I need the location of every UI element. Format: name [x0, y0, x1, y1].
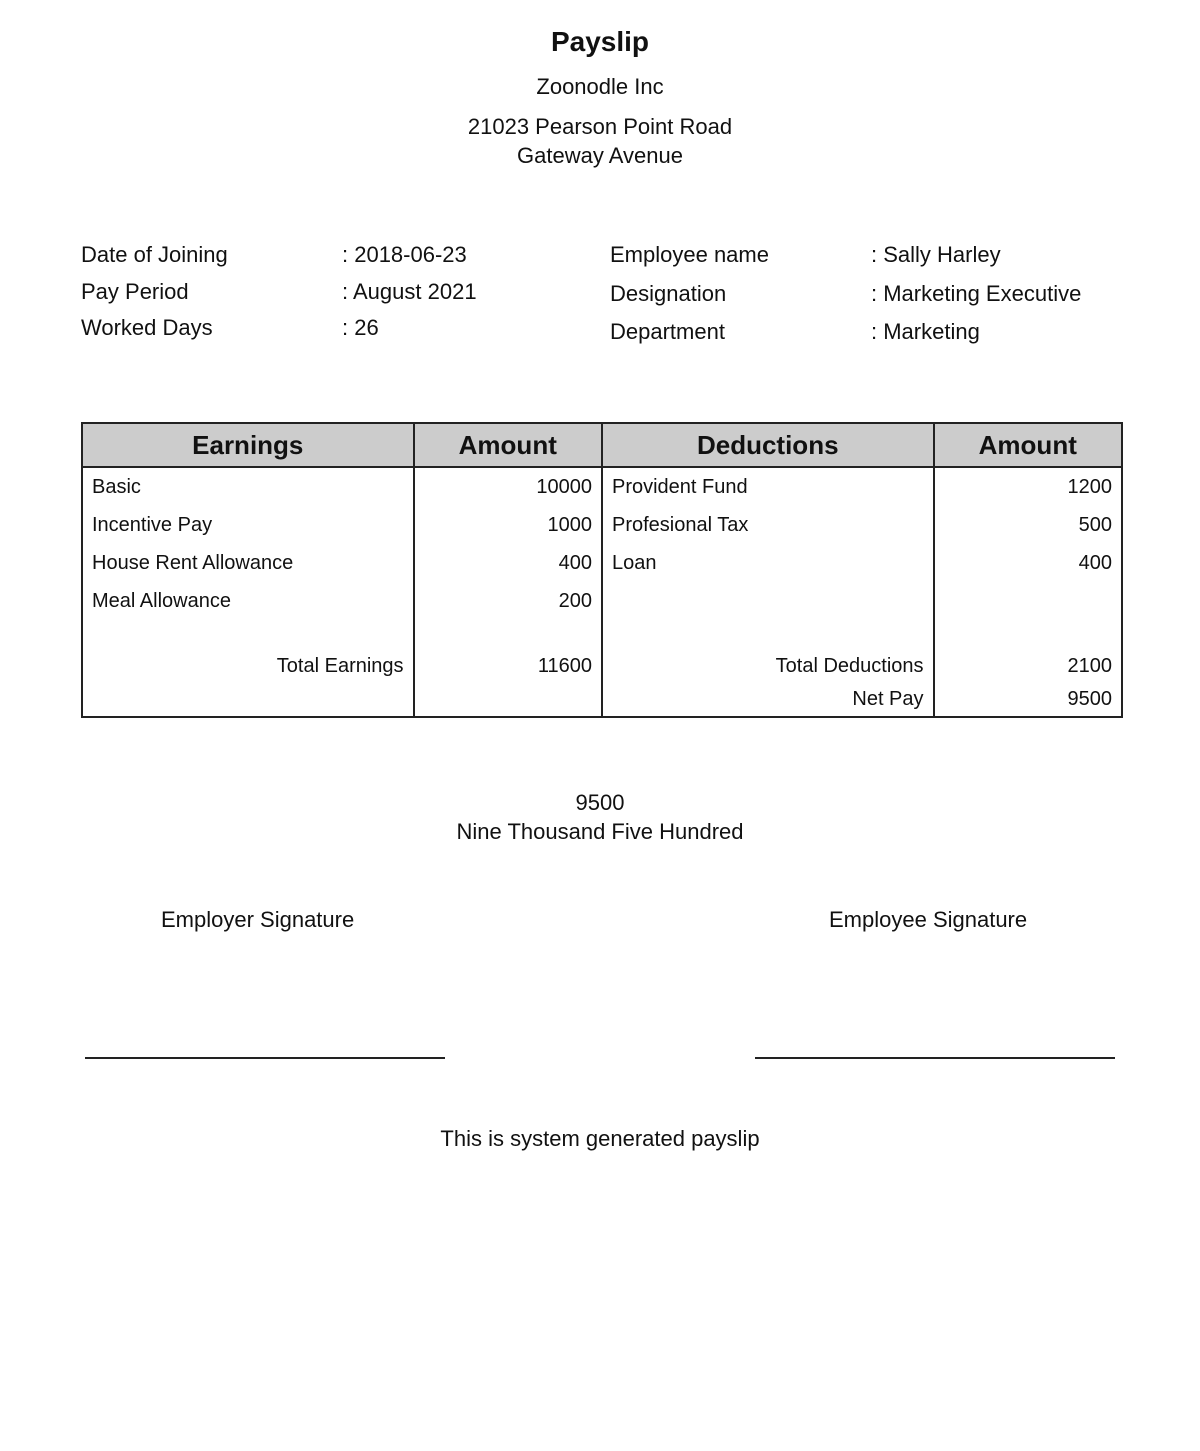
deduction-name: Provident Fund	[600, 467, 935, 506]
total-earnings-label: Total Earnings	[81, 650, 415, 682]
table-row: Meal Allowance 200	[81, 582, 1124, 620]
worked-days-value: : 26	[342, 315, 379, 340]
date-of-joining-value: : 2018-06-23	[342, 242, 467, 267]
employer-signature-line	[85, 1057, 445, 1059]
designation-value: : Marketing Executive	[871, 281, 1082, 306]
total-earnings-value: 11600	[412, 650, 603, 682]
table-spacer-row	[81, 620, 1124, 650]
department-label: Department	[610, 319, 725, 344]
employee-signature-label: Employee Signature	[829, 907, 1028, 932]
total-deductions-value: 2100	[932, 650, 1124, 682]
department-value: : Marketing	[871, 319, 980, 344]
total-deductions-label: Total Deductions	[600, 650, 935, 682]
date-of-joining-label: Date of Joining	[81, 242, 228, 267]
deduction-name: Loan	[600, 544, 935, 582]
pay-period-value: : August 2021	[342, 279, 477, 304]
employee-name-value: : Sally Harley	[871, 242, 1001, 267]
designation-label: Designation	[610, 281, 727, 306]
employee-signature-line	[755, 1057, 1115, 1059]
earnings-deductions-table: Earnings Amount Deductions Amount Basic …	[81, 422, 1124, 718]
earning-name: Basic	[81, 467, 415, 506]
earning-name: Incentive Pay	[81, 506, 415, 544]
worked-days-label: Worked Days	[81, 315, 213, 340]
net-pay-value: 9500	[932, 682, 1124, 717]
earning-amount: 10000	[412, 467, 603, 506]
pay-period-label: Pay Period	[81, 279, 189, 304]
employer-signature-label: Employer Signature	[161, 907, 355, 932]
table-row: Basic 10000 Provident Fund 1200	[81, 467, 1124, 506]
deduction-name: Profesional Tax	[600, 506, 935, 544]
company-address-line1: 21023 Pearson Point Road	[467, 114, 733, 139]
net-pay-label: Net Pay	[600, 682, 935, 717]
table-row: Incentive Pay 1000 Profesional Tax 500	[81, 506, 1124, 544]
net-pay-in-words: Nine Thousand Five Hundred	[456, 819, 744, 844]
totals-row: Total Earnings 11600 Total Deductions 21…	[81, 650, 1124, 682]
deductions-amount-header: Amount	[932, 422, 1124, 468]
deduction-amount: 1200	[932, 467, 1124, 506]
earning-name: House Rent Allowance	[81, 544, 415, 582]
earning-amount: 200	[412, 582, 603, 620]
table-header-row: Earnings Amount Deductions Amount	[81, 422, 1124, 468]
employee-name-label: Employee name	[610, 242, 769, 267]
deductions-header: Deductions	[600, 422, 935, 468]
payslip-title: Payslip	[550, 26, 650, 57]
footer-note: This is system generated payslip	[440, 1126, 760, 1151]
earning-name: Meal Allowance	[81, 582, 415, 620]
deduction-name	[600, 582, 935, 620]
earnings-header: Earnings	[81, 422, 415, 468]
earning-amount: 400	[412, 544, 603, 582]
deduction-amount: 500	[932, 506, 1124, 544]
deduction-amount: 400	[932, 544, 1124, 582]
company-name: Zoonodle Inc	[536, 74, 664, 99]
earnings-amount-header: Amount	[412, 422, 603, 468]
net-pay-row: Net Pay 9500	[81, 682, 1124, 717]
net-pay-amount: 9500	[575, 790, 625, 815]
table-row: House Rent Allowance 400 Loan 400	[81, 544, 1124, 582]
company-address-line2: Gateway Avenue	[517, 143, 683, 168]
deduction-amount	[932, 582, 1124, 620]
earning-amount: 1000	[412, 506, 603, 544]
